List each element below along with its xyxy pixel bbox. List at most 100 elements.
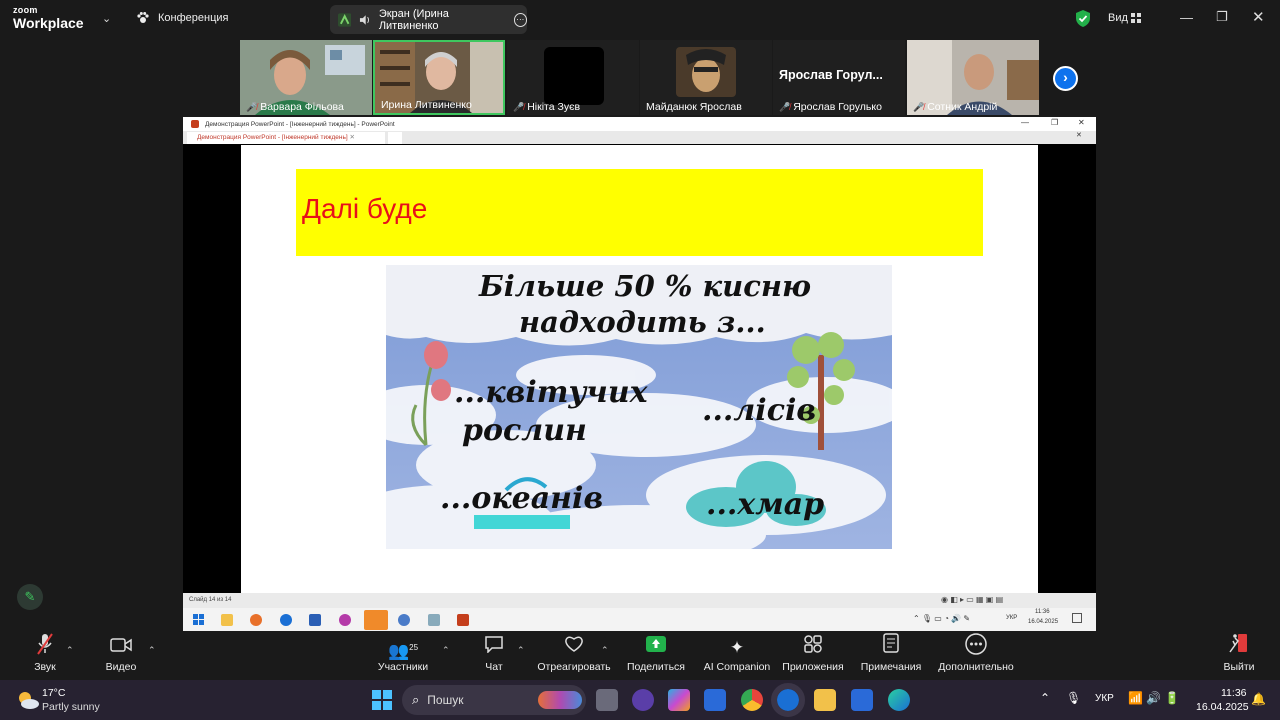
remote-app-icon[interactable]	[339, 614, 351, 626]
leave-icon	[1219, 633, 1259, 659]
participant-tile[interactable]: 🎤̸ Варвара Фільова	[240, 40, 372, 115]
audio-caret-icon[interactable]: ⌃	[66, 645, 74, 656]
tray-mic-icon[interactable]: 🎙	[1066, 691, 1081, 705]
zoom-taskbar-icon[interactable]	[771, 683, 805, 717]
remote-app2-icon[interactable]	[398, 614, 410, 626]
windows-start-icon[interactable]	[372, 690, 392, 710]
react-label: Отреагировать	[537, 661, 611, 673]
remote-powerpoint-icon[interactable]	[457, 614, 469, 626]
chrome-icon[interactable]	[741, 689, 763, 711]
remote-explorer-icon[interactable]	[221, 614, 233, 626]
pp-close-icon[interactable]: ✕	[1078, 118, 1085, 127]
clock-date[interactable]: 16.04.2025	[1196, 701, 1249, 713]
slide-heading: Далі буде	[302, 193, 428, 224]
teams-icon[interactable]	[632, 689, 654, 711]
remote-clock-date: 16.04.2025	[1028, 619, 1059, 625]
tray-network-speaker-battery-icons[interactable]: 📶 🔊 🔋	[1128, 691, 1180, 705]
slide-controls-icon[interactable]: ◉ ◧ ▸ ▭ ▦ ▣ ▤	[941, 595, 1003, 604]
task-view-icon[interactable]	[596, 689, 618, 711]
shared-screen: Демонстрация PowerPoint - [Інженерний ти…	[183, 117, 1096, 631]
pp-minimize-icon[interactable]: —	[1021, 118, 1029, 127]
pp-restore-icon[interactable]: ❐	[1051, 118, 1058, 127]
participant-avatar	[544, 47, 604, 105]
store-icon[interactable]	[704, 689, 726, 711]
share-button[interactable]: Поделиться	[625, 633, 687, 680]
participant-tile-active-speaker[interactable]: Ирина Литвиненко	[373, 40, 505, 115]
remote-firefox-icon[interactable]	[250, 614, 262, 626]
participant-tile[interactable]: Ярослав Горул... 🎤̸ Ярослав Горулько	[773, 40, 905, 115]
participants-caret-icon[interactable]: ⌃	[442, 645, 450, 656]
remote-zoom-icon[interactable]	[280, 614, 292, 626]
audio-button[interactable]: Звук	[25, 633, 65, 680]
chat-bubble-icon	[477, 633, 511, 659]
apps-button[interactable]: Приложения	[780, 633, 846, 680]
screen-share-indicator[interactable]: Экран (Ирина Литвиненко ···	[330, 5, 528, 34]
item-flowering-plants-line2: рослин	[462, 413, 587, 448]
security-shield-icon[interactable]	[1075, 10, 1091, 27]
video-caret-icon[interactable]: ⌃	[148, 645, 156, 656]
notification-bell-icon[interactable]: 🔔	[1251, 692, 1266, 706]
annotate-pencil-button[interactable]: ✎	[17, 584, 43, 610]
more-options-icon[interactable]: ···	[513, 12, 528, 27]
audio-label: Звук	[34, 661, 56, 673]
windows-taskbar: 17°C Partly sunny ⌕ Пошук ⌃ 🎙 УКР 📶 🔊 🔋 …	[0, 680, 1280, 720]
video-camera-icon	[101, 633, 141, 659]
participant-tile[interactable]: 🎤̸ Сотник Андрій	[907, 40, 1039, 115]
view-button[interactable]: Вид	[1108, 12, 1128, 24]
video-label: Видео	[105, 661, 137, 673]
more-button[interactable]: Дополнительно	[936, 633, 1016, 680]
remote-taskbar: ⌃ 🎙 ▭ ◔ 🔊 ✎ УКР 11:36 16.04.2025	[183, 608, 1096, 631]
remote-start-icon[interactable]	[193, 614, 204, 625]
muted-microphone-icon	[25, 633, 65, 659]
more-label: Дополнительно	[938, 661, 1014, 673]
new-tab-button[interactable]	[388, 132, 402, 144]
restore-icon[interactable]: ❐	[1216, 9, 1228, 25]
ai-companion-button[interactable]: ✦ AI Companion	[702, 633, 772, 680]
taskbar-search-box[interactable]: ⌕ Пошук	[402, 685, 586, 715]
defender-icon[interactable]	[851, 689, 873, 711]
participant-name: 🎤̸ Варвара Фільова	[246, 101, 344, 113]
video-button[interactable]: Видео	[101, 633, 141, 680]
tab-close-all-icon[interactable]: ✕	[1076, 131, 1082, 139]
weather-icon[interactable]	[16, 689, 40, 711]
participant-name: 🎤̸ Нікіта Зуєв	[513, 101, 581, 113]
remote-word-icon[interactable]	[309, 614, 321, 626]
participant-tile[interactable]: Майданюк Ярослав	[640, 40, 772, 115]
close-icon[interactable]: ✕	[1252, 8, 1265, 26]
search-placeholder: Пошук	[427, 693, 464, 707]
copilot-icon[interactable]	[668, 689, 690, 711]
file-explorer-icon[interactable]	[814, 689, 836, 711]
notes-label: Примечания	[860, 661, 922, 673]
tray-expand-icon[interactable]: ⌃	[1040, 691, 1050, 705]
notes-button[interactable]: Примечания	[858, 633, 924, 680]
react-button[interactable]: Отреагировать	[536, 633, 612, 680]
powerpoint-window-title: Демонстрация PowerPoint - [Інженерний ти…	[205, 120, 395, 128]
participants-button[interactable]: 👥25 Участники	[372, 633, 434, 680]
remote-tray-icons[interactable]: ⌃ 🎙 ▭ ◔ 🔊 ✎	[913, 614, 970, 623]
remote-active-app-icon[interactable]	[364, 610, 388, 630]
powerpoint-tab[interactable]: Демонстрация PowerPoint - [Інженерний ти…	[187, 132, 385, 144]
slide-counter: Слайд 14 из 14	[189, 597, 232, 603]
logo-big-text: Workplace	[13, 15, 84, 31]
remote-app3-icon[interactable]	[428, 614, 440, 626]
participant-tile[interactable]: 🎤̸ Нікіта Зуєв	[507, 40, 639, 115]
chevron-down-icon[interactable]: ⌄	[102, 12, 111, 25]
minimize-icon[interactable]: —	[1180, 10, 1193, 25]
next-page-button[interactable]: ›	[1053, 66, 1078, 91]
tab-close-icon[interactable]: ✕	[349, 134, 354, 141]
remote-lang: УКР	[1006, 615, 1018, 621]
clock-time[interactable]: 11:36	[1221, 687, 1247, 699]
weather-desc: Partly sunny	[42, 701, 100, 713]
chat-button[interactable]: Чат	[477, 633, 511, 680]
participants-label: Участники	[377, 661, 429, 673]
language-indicator[interactable]: УКР	[1095, 693, 1114, 704]
leave-button[interactable]: Выйти	[1219, 633, 1259, 680]
powerpoint-tab-title: Демонстрация PowerPoint - [Інженерний ти…	[197, 134, 348, 141]
muted-mic-icon: 🎤̸	[513, 102, 525, 112]
grid-view-icon[interactable]	[1131, 13, 1141, 23]
meeting-info-button[interactable]: Конференция	[136, 11, 228, 25]
edge-icon[interactable]	[888, 689, 910, 711]
react-caret-icon[interactable]: ⌃	[601, 645, 609, 656]
remote-notification-icon[interactable]	[1072, 613, 1082, 623]
chat-caret-icon[interactable]: ⌃	[517, 645, 525, 656]
